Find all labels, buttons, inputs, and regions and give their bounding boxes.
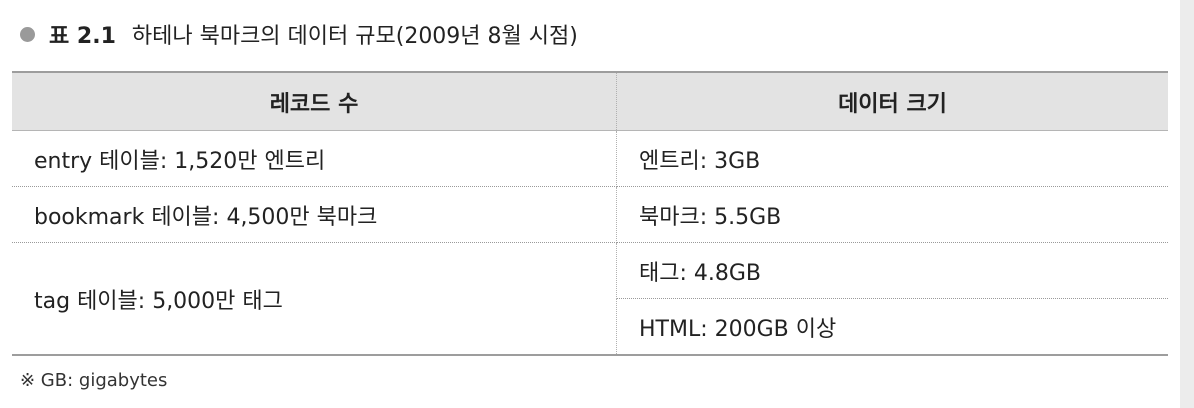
- cell-html-size: HTML: 200GB 이상: [616, 298, 1168, 356]
- table-row: tag 테이블: 5,000만 태그 태그: 4.8GB: [12, 242, 1168, 356]
- header-data-size: 데이터 크기: [616, 71, 1168, 131]
- table-number: 표 2.1: [49, 24, 116, 49]
- footnote: ※ GB: gigabytes: [20, 370, 168, 391]
- page-edge: [1180, 0, 1194, 408]
- bullet-icon: [20, 26, 35, 42]
- cell-bookmark-size: 북마크: 5.5GB: [616, 186, 1168, 243]
- cell-tag-records: tag 테이블: 5,000만 태그: [12, 242, 617, 356]
- table-caption: 표 2.1 하테나 북마크의 데이터 규모(2009년 8월 시점): [20, 17, 578, 51]
- table-title: 하테나 북마크의 데이터 규모(2009년 8월 시점): [131, 24, 578, 49]
- cell-bookmark-records: bookmark 테이블: 4,500만 북마크: [12, 186, 617, 243]
- table-header-row: 레코드 수 데이터 크기: [12, 71, 1168, 131]
- header-record-count: 레코드 수: [12, 71, 617, 131]
- table-row: entry 테이블: 1,520만 엔트리 엔트리: 3GB: [12, 130, 1168, 187]
- cell-entry-records: entry 테이블: 1,520만 엔트리: [12, 130, 617, 187]
- cell-entry-size: 엔트리: 3GB: [616, 130, 1168, 187]
- table-row: bookmark 테이블: 4,500만 북마크 북마크: 5.5GB: [12, 186, 1168, 243]
- data-size-table: 레코드 수 데이터 크기 entry 테이블: 1,520만 엔트리 엔트리: …: [12, 71, 1168, 356]
- cell-tag-size: 태그: 4.8GB: [616, 242, 1168, 299]
